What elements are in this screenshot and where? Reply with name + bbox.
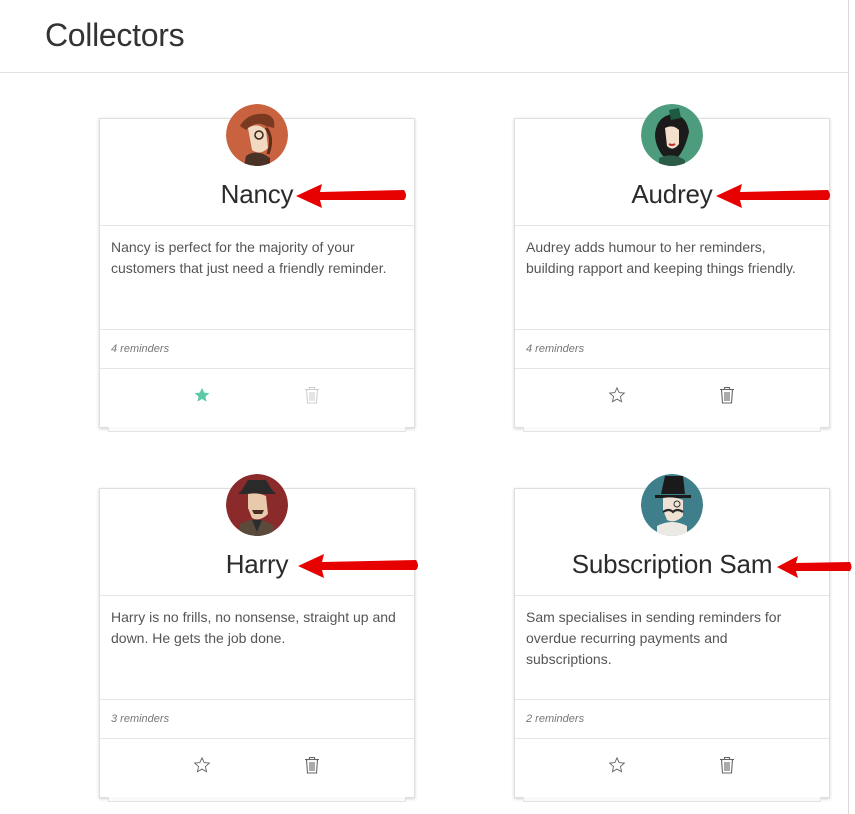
star-filled-icon	[194, 387, 210, 402]
trash-icon	[720, 386, 734, 404]
favorite-button[interactable]	[606, 754, 628, 776]
reminder-count: 3 reminders	[111, 713, 170, 725]
star-outline-icon	[608, 756, 626, 773]
delete-button[interactable]	[716, 754, 738, 776]
collector-card-harry: Harry Harry is no frills, no nonsense, s…	[99, 474, 415, 802]
nancy-avatar-icon	[226, 104, 288, 166]
card-meta: 2 reminders	[515, 699, 829, 739]
trash-icon	[305, 756, 319, 774]
card-meta: 4 reminders	[100, 329, 414, 369]
collector-description: Audrey adds humour to her reminders, bui…	[526, 239, 796, 276]
red-arrow-icon	[298, 554, 418, 578]
favorite-button[interactable]	[606, 384, 628, 406]
favorite-button[interactable]	[191, 754, 213, 776]
reminder-count: 4 reminders	[526, 343, 585, 355]
red-arrow-icon	[777, 556, 852, 578]
red-arrow-icon	[716, 184, 830, 208]
collector-card-nancy: Nancy Nancy is perfect for the majority …	[99, 104, 415, 432]
sam-avatar-icon	[641, 474, 703, 536]
scrollbar[interactable]	[848, 0, 849, 814]
collector-card-subscription-sam: Subscription Sam Sam specialises in send…	[514, 474, 830, 802]
card-meta: 4 reminders	[515, 329, 829, 369]
collector-description: Sam specialises in sending reminders for…	[526, 609, 782, 667]
collector-description: Harry is no frills, no nonsense, straigh…	[111, 609, 396, 646]
star-outline-icon	[608, 386, 626, 403]
reminder-count: 2 reminders	[526, 713, 585, 725]
delete-button[interactable]	[301, 754, 323, 776]
collector-description: Nancy is perfect for the majority of you…	[111, 239, 387, 276]
red-arrow-icon	[296, 184, 406, 208]
delete-button[interactable]	[716, 384, 738, 406]
audrey-avatar-icon	[641, 104, 703, 166]
trash-icon	[720, 756, 734, 774]
star-outline-icon	[193, 756, 211, 773]
page-title: Collectors	[45, 17, 185, 53]
favorite-button[interactable]	[191, 384, 213, 406]
harry-avatar-icon	[226, 474, 288, 536]
trash-icon	[305, 386, 319, 404]
collector-card-audrey: Audrey Audrey adds humour to her reminde…	[514, 104, 830, 432]
page-header: Collectors	[0, 0, 848, 73]
card-meta: 3 reminders	[100, 699, 414, 739]
reminder-count: 4 reminders	[111, 343, 170, 355]
delete-button[interactable]	[301, 384, 323, 406]
